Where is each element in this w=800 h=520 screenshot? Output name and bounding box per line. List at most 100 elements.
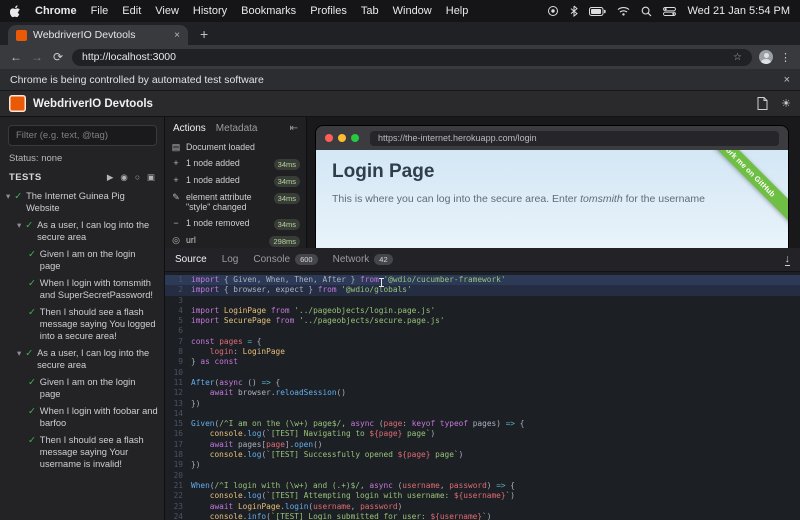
test-tree-item[interactable]: ▾ ✓ The Internet Guinea Pig Website — [0, 187, 164, 216]
menu-edit[interactable]: Edit — [122, 5, 141, 17]
code-line[interactable]: 1 import { Given, When, Then, After } fro… — [165, 275, 800, 286]
code-token: password — [360, 501, 398, 511]
test-tree-item[interactable]: ✓ When I login with foobar and barfoo — [0, 402, 164, 431]
test-tree-item[interactable]: ▾ ✓ As a user, I can log into the secure a… — [0, 344, 164, 373]
action-item[interactable]: −1 node removed 34ms — [171, 215, 300, 232]
infobar-close-icon[interactable]: × — [784, 74, 790, 86]
code-token: After — [191, 377, 215, 387]
record-icon[interactable]: ○ — [135, 172, 140, 183]
node-added-icon: + — [173, 157, 179, 168]
tab-source[interactable]: Source — [175, 254, 207, 265]
profile-avatar[interactable] — [759, 50, 773, 64]
collapse-panel-icon[interactable]: ⇤ — [290, 123, 298, 134]
code-line[interactable]: 24 console.info(`[TEST] Login submitted … — [165, 512, 800, 520]
menu-tab[interactable]: Tab — [361, 5, 379, 17]
menu-bookmarks[interactable]: Bookmarks — [241, 5, 296, 17]
code-line[interactable]: 22 console.log(`[TEST] Attempting login … — [165, 491, 800, 501]
code-line[interactable]: 3 — [165, 296, 800, 306]
reload-button[interactable]: ⟳ — [51, 50, 65, 64]
theme-toggle-sun-icon[interactable]: ☀ — [781, 97, 791, 110]
bluetooth-icon[interactable] — [570, 5, 579, 17]
chevron-down-icon[interactable]: ▾ — [6, 190, 10, 214]
action-item[interactable]: ◎ url 298ms — [171, 232, 300, 248]
bookmark-star-icon[interactable]: ☆ — [733, 52, 742, 63]
code-line[interactable]: 9} as const — [165, 357, 800, 367]
filter-input[interactable] — [8, 125, 157, 146]
line-number: 8 — [178, 347, 183, 357]
code-token: ) — [486, 480, 497, 490]
address-bar[interactable]: http://localhost:3000 ☆ — [72, 48, 752, 66]
action-item[interactable]: ✎ element attribute "style" changed 34ms — [171, 189, 300, 215]
code-line[interactable]: 7 const pages = { — [165, 337, 800, 347]
tab-actions[interactable]: Actions — [173, 123, 206, 134]
code-editor[interactable]: 1 import { Given, When, Then, After } fro… — [165, 272, 800, 520]
download-icon[interactable]: ↓ — [784, 253, 790, 266]
menu-file[interactable]: File — [91, 5, 109, 17]
action-item[interactable]: +1 node added 34ms — [171, 172, 300, 189]
code-line[interactable]: 12 await browser.reloadSession() — [165, 388, 800, 398]
code-line[interactable]: 10 — [165, 368, 800, 378]
code-line[interactable]: 11 After(async () => { — [165, 378, 800, 388]
wifi-icon[interactable] — [617, 6, 630, 16]
test-tree-item[interactable]: ✓ When I login with tomsmith and SuperSec… — [0, 274, 164, 303]
menu-chrome[interactable]: Chrome — [35, 5, 77, 17]
test-label: Given I am on the login page — [39, 248, 136, 271]
test-tree-item[interactable]: ▾ ✓ As a user, I can log into the secure a… — [0, 216, 164, 245]
code-line[interactable]: 18 console.log(`[TEST] Successfully open… — [165, 450, 800, 460]
test-tree-item[interactable]: ✓ Then I should see a flash message sayin… — [0, 303, 164, 344]
code-line[interactable]: 15 Given (/^I am on the (\w+) page$/, asyn… — [165, 419, 800, 429]
code-line[interactable]: 5 import SecurePage from '../pageobjects/… — [165, 316, 800, 326]
new-tab-button[interactable]: + — [200, 26, 208, 42]
menu-history[interactable]: History — [193, 5, 227, 17]
menu-profiles[interactable]: Profiles — [310, 5, 347, 17]
code-line[interactable]: 8 login: LoginPage — [165, 347, 800, 357]
code-line[interactable]: 4 import LoginPage from '../pageobjects/l… — [165, 306, 800, 316]
code-line[interactable]: 6 — [165, 326, 800, 336]
code-line[interactable]: 20 — [165, 471, 800, 481]
action-item[interactable]: +1 node added 34ms — [171, 155, 300, 172]
tab-network[interactable]: Network 42 — [333, 254, 393, 265]
code-token: keyof — [411, 419, 436, 429]
tests-heading: TESTS — [9, 172, 42, 183]
code-line[interactable]: 23 await LoginPage.login(username, passw… — [165, 502, 800, 512]
spotlight-search-icon[interactable] — [641, 6, 652, 17]
tab-metadata[interactable]: Metadata — [216, 123, 258, 134]
browser-tab[interactable]: WebdriverIO Devtools × — [8, 25, 188, 45]
forward-button[interactable]: → — [30, 50, 44, 64]
code-line[interactable]: 2 import { browser, expect } from '@wdio/… — [165, 285, 800, 296]
back-button[interactable]: ← — [9, 50, 23, 64]
test-tree-item[interactable]: ✓ Then I should see a flash message sayin… — [0, 431, 164, 472]
tab-console[interactable]: Console 600 — [253, 254, 318, 265]
copy-icon[interactable]: ▣ — [147, 172, 155, 183]
menu-view[interactable]: View — [155, 5, 179, 17]
tab-log[interactable]: Log — [222, 254, 239, 265]
menu-help[interactable]: Help — [446, 5, 469, 17]
code-line[interactable]: 14 — [165, 409, 800, 419]
code-line[interactable]: 21 When (/^I login with (\w+) and (.+)$/, … — [165, 481, 800, 491]
test-tree-item[interactable]: ✓ Given I am on the login page — [0, 373, 164, 402]
code-line[interactable]: 17 await pages[page].open() — [165, 440, 800, 450]
action-item[interactable]: ▤ Document loaded — [171, 139, 300, 155]
battery-icon[interactable] — [589, 6, 607, 16]
watch-icon[interactable]: ◉ — [120, 172, 127, 183]
code-line[interactable]: 16 console.log(`[TEST] Navigating to ${p… — [165, 429, 800, 439]
menu-window[interactable]: Window — [393, 5, 432, 17]
run-all-icon[interactable]: ▶ — [107, 172, 114, 183]
report-document-icon[interactable] — [757, 97, 768, 110]
code-line[interactable]: 19}) — [165, 460, 800, 470]
code-token: ]. — [284, 439, 295, 449]
code-line[interactable]: 13}) — [165, 399, 800, 409]
menu-bar-clock[interactable]: Wed 21 Jan 5:54 PM — [687, 5, 790, 17]
chevron-down-icon[interactable]: ▾ — [17, 219, 21, 243]
chrome-menu-icon[interactable]: ⋮ — [780, 51, 791, 64]
code-token: pages[ — [233, 439, 267, 449]
action-list: ▤ Document loaded +1 node added 34ms +1 node… — [165, 138, 306, 248]
control-center-icon[interactable] — [663, 6, 677, 16]
test-tree-item[interactable]: ✓ Given I am on the login page — [0, 245, 164, 274]
chevron-down-icon[interactable]: ▾ — [17, 347, 21, 371]
tab-close-icon[interactable]: × — [174, 30, 180, 41]
address-bar-url[interactable]: http://localhost:3000 — [82, 51, 727, 63]
screen-record-icon[interactable] — [547, 5, 559, 17]
apple-menu-icon[interactable] — [10, 4, 21, 18]
